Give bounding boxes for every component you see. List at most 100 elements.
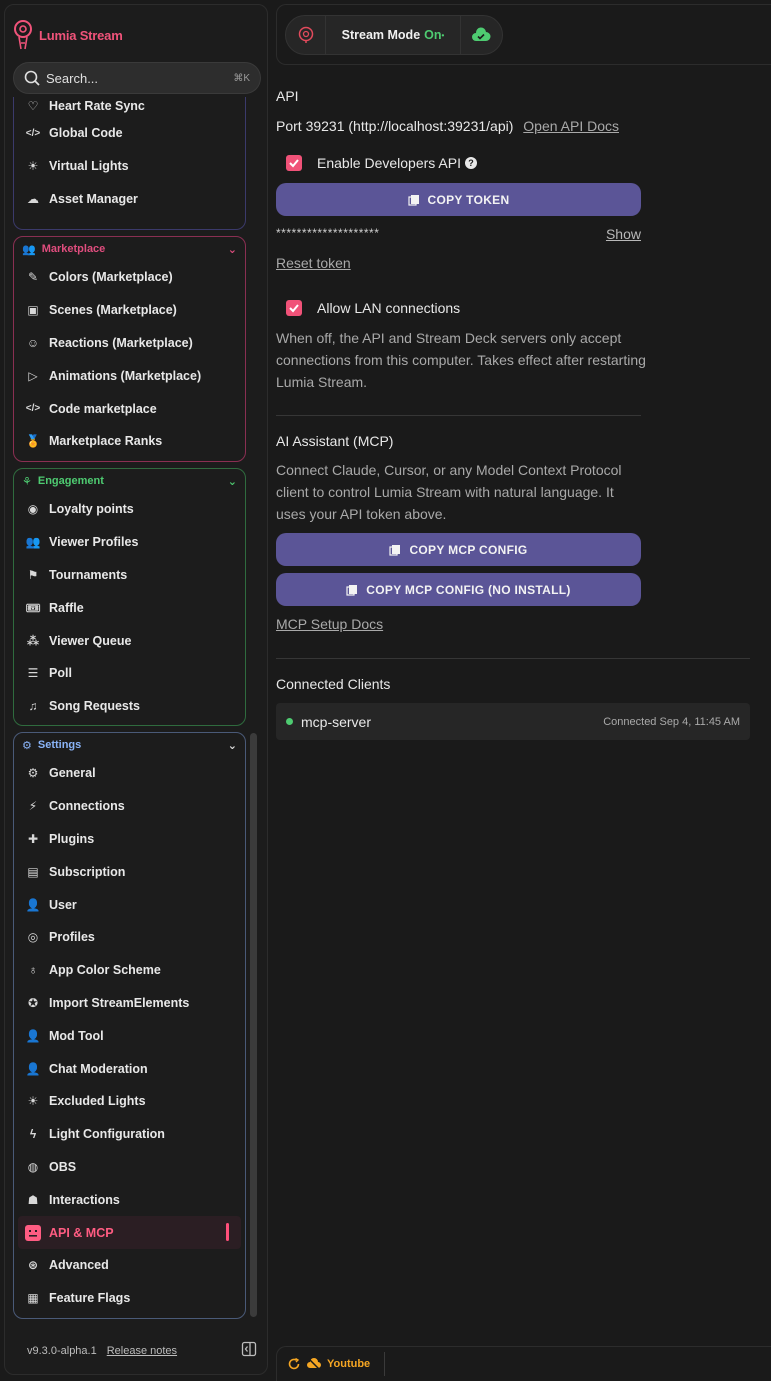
help-icon[interactable]: ? [464, 157, 477, 169]
sidebar-item-code-marketplace[interactable]: </> Code marketplace [14, 392, 245, 425]
copy-icon [389, 544, 401, 556]
sidebar-item-animations-marketplace[interactable]: ▷ Animations (Marketplace) [14, 359, 245, 392]
stream-mode-label[interactable]: Stream Mode On • [326, 16, 461, 54]
sidebar-item-heart-rate-sync[interactable]: ♡ Heart Rate Sync [14, 97, 245, 117]
bolt-icon: ϟ [29, 1127, 37, 1142]
sidebar-item-import-streamelements[interactable]: ✪ Import StreamElements [14, 987, 245, 1020]
allow-lan-label: Allow LAN connections [317, 300, 461, 316]
code-icon: </> [25, 403, 41, 415]
sidebar-item-connections[interactable]: ⚡ Connections [14, 790, 245, 823]
sidebar-item-viewer-queue[interactable]: ⁂ Viewer Queue [14, 624, 245, 657]
poll-icon: ☰ [27, 666, 39, 681]
mcp-description: Connect Claude, Cursor, or any Model Con… [276, 462, 622, 522]
sidebar-item-feature-flags[interactable]: ▦ Feature Flags [14, 1282, 245, 1315]
api-icon [24, 1224, 42, 1242]
connected-clients-heading: Connected Clients [276, 676, 391, 692]
sidebar-item-viewer-profiles[interactable]: 👥 Viewer Profiles [14, 526, 245, 559]
app-logo[interactable]: Lumia Stream [13, 19, 123, 51]
client-row: mcp-server Connected Sep 4, 11:45 AM [276, 703, 750, 740]
lumia-bulb-button[interactable] [286, 16, 326, 54]
sidebar-item-asset-manager[interactable]: ☁ Asset Manager [14, 183, 245, 216]
settings-group-header[interactable]: ⚙ Settings ⌄ [14, 733, 245, 757]
sidebar-item-mod-tool[interactable]: 👤 Mod Tool [14, 1019, 245, 1052]
play-circle-icon: ▷ [28, 368, 38, 383]
sidebar-item-general[interactable]: ⚙ General [14, 757, 245, 790]
sidebar-item-advanced[interactable]: ⊛ Advanced [14, 1249, 245, 1282]
code-icon: </> [25, 127, 41, 139]
cloud-check-icon [472, 27, 491, 41]
engagement-icon: ⚘ [22, 475, 32, 488]
light-icon: ☀ [27, 1094, 39, 1109]
refresh-icon[interactable] [287, 1357, 301, 1371]
chevron-down-icon[interactable]: ⌄ [228, 475, 237, 488]
sidebar: Lumia Stream Search... ⌘K ♡ Heart Rate S… [4, 4, 268, 1375]
allow-lan-description: When off, the API and Stream Deck server… [276, 330, 646, 390]
copy-token-button[interactable]: COPY TOKEN [276, 183, 641, 216]
token-row: ******************** Show [276, 226, 641, 242]
enable-developers-api-row[interactable]: Enable Developers API ? [286, 155, 477, 171]
sidebar-item-user[interactable]: 👤 User [14, 888, 245, 921]
copy-icon [346, 584, 358, 596]
sidebar-item-poll[interactable]: ☰ Poll [14, 657, 245, 690]
grid-icon: ▦ [27, 1291, 39, 1306]
stream-mode-toggle[interactable]: Stream Mode On • [285, 15, 503, 55]
sidebar-item-profiles[interactable]: ◎ Profiles [14, 921, 245, 954]
sidebar-item-subscription[interactable]: ▤ Subscription [14, 855, 245, 888]
sidebar-item-obs[interactable]: ◍ OBS [14, 1151, 245, 1184]
settings-group: ⚙ Settings ⌄ ⚙ General ⚡ Connections ✚ P… [13, 732, 246, 1319]
light-bulb-icon: ☀ [27, 159, 39, 174]
platform-status[interactable]: Youtube [287, 1352, 386, 1376]
flag-icon: ⚑ [27, 567, 39, 582]
chevron-down-icon[interactable]: ⌄ [228, 243, 237, 256]
sidebar-item-light-configuration[interactable]: ϟ Light Configuration [14, 1118, 245, 1151]
mod-user-icon: 👤 [25, 1028, 41, 1043]
release-notes-link[interactable]: Release notes [107, 1345, 177, 1357]
sidebar-item-interactions[interactable]: ☗ Interactions [14, 1183, 245, 1216]
sidebar-item-loyalty-points[interactable]: ◉ Loyalty points [14, 493, 245, 526]
sidebar-item-reactions-marketplace[interactable]: ☺ Reactions (Marketplace) [14, 327, 245, 360]
gear-icon: ⚙ [27, 766, 39, 781]
sidebar-item-colors-marketplace[interactable]: ✎ Colors (Marketplace) [14, 261, 245, 294]
copy-mcp-config-no-install-button[interactable]: COPY MCP CONFIG (NO INSTALL) [276, 573, 641, 606]
sidebar-item-api-mcp[interactable]: API & MCP [18, 1216, 241, 1249]
api-port-row: Port 39231 (http://localhost:39231/api) … [276, 118, 619, 134]
mcp-heading: AI Assistant (MCP) [276, 433, 394, 449]
bulb-outline-icon: ♁ [28, 963, 38, 978]
sidebar-item-song-requests[interactable]: ♫ Song Requests [14, 690, 245, 723]
ticket-icon: 🎟 [25, 600, 41, 615]
chevron-down-icon[interactable]: ⌄ [228, 739, 237, 752]
sidebar-item-marketplace-ranks[interactable]: 🏅 Marketplace Ranks [14, 425, 245, 458]
collapse-sidebar-icon[interactable] [241, 1341, 257, 1360]
api-heading: API [276, 88, 299, 104]
sidebar-item-chat-moderation[interactable]: 👤 Chat Moderation [14, 1052, 245, 1085]
allow-lan-row[interactable]: Allow LAN connections [286, 300, 460, 316]
enable-api-checkbox[interactable] [286, 155, 302, 171]
sidebar-item-scenes-marketplace[interactable]: ▣ Scenes (Marketplace) [14, 294, 245, 327]
sidebar-item-app-color-scheme[interactable]: ♁ App Color Scheme [14, 954, 245, 987]
sidebar-item-excluded-lights[interactable]: ☀ Excluded Lights [14, 1085, 245, 1118]
reset-token-link[interactable]: Reset token [276, 255, 351, 271]
search-input[interactable]: Search... ⌘K [13, 62, 261, 94]
cloud-upload-icon: ☁ [27, 191, 39, 206]
sidebar-item-global-code[interactable]: </> Global Code [14, 117, 245, 150]
show-token-link[interactable]: Show [606, 226, 641, 242]
cloud-sync-button[interactable] [461, 16, 501, 54]
sidebar-scrollbar[interactable] [250, 733, 257, 1317]
client-name: mcp-server [301, 713, 372, 730]
sidebar-item-plugins[interactable]: ✚ Plugins [14, 823, 245, 856]
copy-mcp-config-button[interactable]: COPY MCP CONFIG [276, 533, 641, 566]
user-icon: 👤 [25, 897, 41, 912]
app-version: v9.3.0-alpha.1 [27, 1344, 97, 1357]
sidebar-item-raffle[interactable]: 🎟 Raffle [14, 591, 245, 624]
marketplace-group-header[interactable]: 👥 Marketplace ⌄ [14, 237, 245, 261]
search-shortcut: ⌘K [233, 72, 250, 84]
cloud-off-icon [307, 1358, 321, 1370]
engagement-group-header[interactable]: ⚘ Engagement ⌄ [14, 469, 245, 493]
tools-group: ♡ Heart Rate Sync </> Global Code ☀ Virt… [13, 97, 246, 230]
open-api-docs-link[interactable]: Open API Docs [523, 118, 619, 134]
heart-pulse-icon: ♡ [27, 99, 39, 113]
sidebar-item-tournaments[interactable]: ⚑ Tournaments [14, 559, 245, 592]
sidebar-item-virtual-lights[interactable]: ☀ Virtual Lights [14, 150, 245, 183]
allow-lan-checkbox[interactable] [286, 300, 302, 316]
mcp-setup-docs-link[interactable]: MCP Setup Docs [276, 616, 383, 632]
